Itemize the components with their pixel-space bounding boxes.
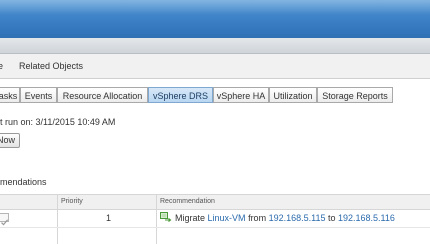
subtab-vsphere-ha[interactable]: vSphere HA [213, 87, 269, 103]
subtab-storage-reports[interactable]: Storage Reports [317, 87, 393, 103]
subtab-events[interactable]: Events [20, 87, 57, 103]
subtab-vsphere-drs[interactable]: vSphere DRS [148, 87, 213, 103]
column-header-apply[interactable] [0, 195, 4, 209]
from-text: from [248, 213, 267, 223]
table-row[interactable]: 1 Migrate Linux-VM from 192.168.5.115 to… [0, 210, 430, 228]
migrate-vm-icon [160, 212, 172, 222]
priority-cell: 1 [106, 213, 112, 223]
tab-manage[interactable]: e [0, 61, 3, 71]
drs-last-run: t run on: 3/11/2015 10:49 AM [0, 117, 116, 127]
apply-checkbox[interactable] [0, 213, 9, 226]
object-title-bar [0, 38, 430, 54]
migrate-action-text: Migrate [175, 213, 206, 223]
run-drs-now-button[interactable]: Now [0, 133, 20, 148]
column-header-recommendation[interactable]: Recommendation [156, 195, 215, 209]
to-text: to [327, 213, 336, 223]
header-shine [0, 0, 430, 14]
object-tabs-bar: e Related Objects [0, 54, 430, 79]
column-header-priority[interactable]: Priority [57, 195, 83, 209]
subtab-resource-allocation[interactable]: Resource Allocation [57, 87, 148, 103]
checkmark-icon [1, 219, 9, 226]
target-host-link[interactable]: 192.168.5.116 [338, 213, 395, 223]
subtab-utilization[interactable]: Utilization [269, 87, 317, 103]
vm-link[interactable]: Linux-VM [208, 213, 246, 223]
tab-related-objects[interactable]: Related Objects [19, 61, 83, 71]
app-header-bar [0, 0, 430, 38]
recommendation-cell: Migrate Linux-VM from 192.168.5.115 to 1… [160, 210, 395, 227]
recommendations-heading: mendations [0, 177, 47, 187]
source-host-link[interactable]: 192.168.5.115 [269, 213, 326, 223]
recommendations-table: Priority Recommendation 1 Migrate Linux-… [0, 194, 430, 244]
subtab-tasks[interactable]: asks [0, 87, 20, 103]
table-header: Priority Recommendation [0, 194, 430, 210]
